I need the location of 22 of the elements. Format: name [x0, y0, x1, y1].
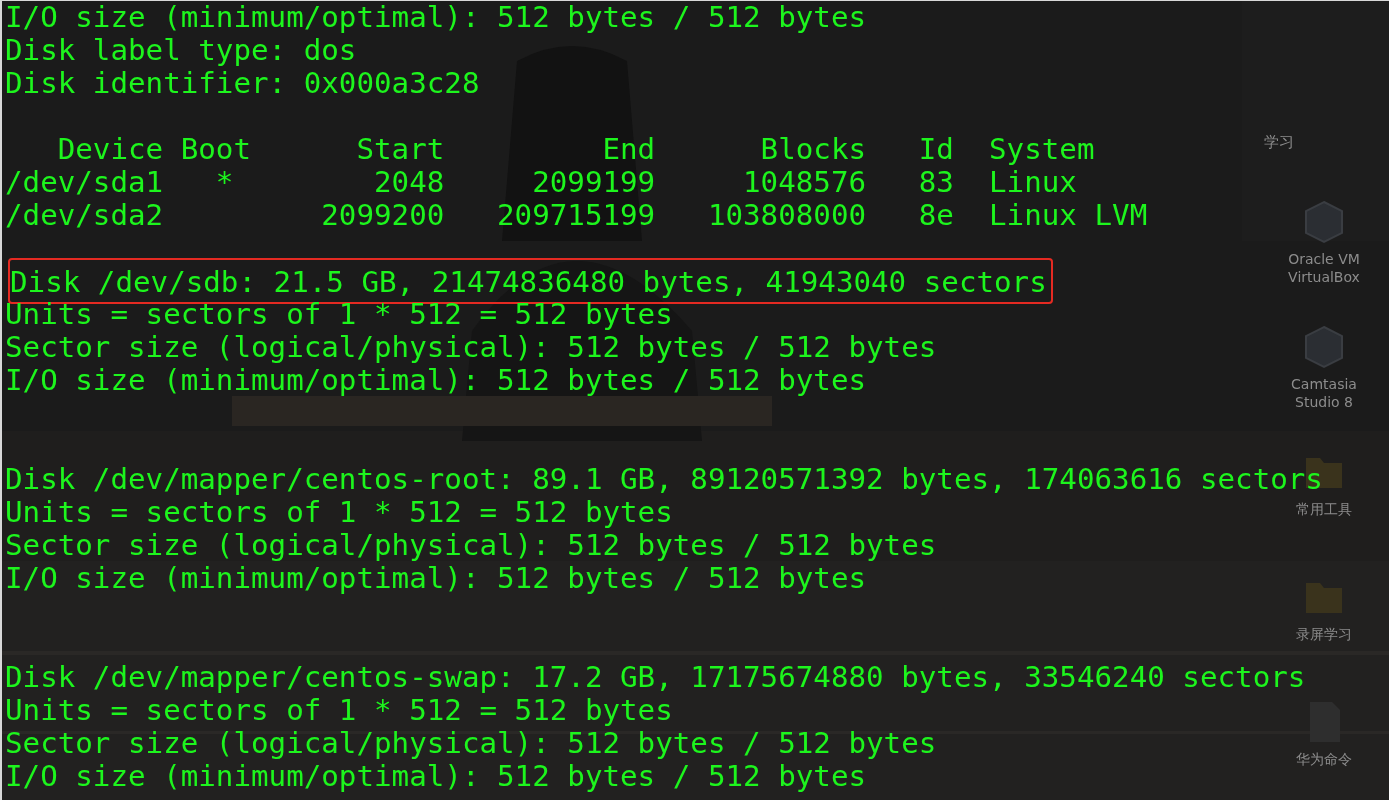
group-label: 学习: [1264, 133, 1294, 151]
terminal-line: Disk /dev/mapper/centos-root: 89.1 GB, 89120571392 bytes, 174063616 sectors: [5, 462, 1323, 496]
terminal-line: Disk /dev/mapper/centos-swap: 17.2 GB, 17175674880 bytes, 33546240 sectors: [5, 660, 1306, 694]
desktop-icon-label[interactable]: Oracle VM VirtualBox: [1274, 250, 1374, 287]
terminal-line: Sector size (logical/physical): 512 bytes / 512 bytes: [5, 330, 937, 364]
terminal-line: Sector size (logical/physical): 512 bytes / 512 bytes: [5, 528, 937, 562]
terminal-line: /dev/sda2 2099200 209715199 103808000 8e Linux LVM: [5, 198, 1148, 232]
terminal-line: /dev/sda1 * 2048 2099199 1048576 83 Linux: [5, 165, 1077, 199]
desktop-icon-label[interactable]: 常用工具: [1296, 500, 1352, 519]
terminal-line: Sector size (logical/physical): 512 bytes / 512 bytes: [5, 726, 937, 760]
terminal-line: I/O size (minimum/optimal): 512 bytes / 512 bytes: [5, 759, 867, 793]
terminal-line: Device Boot Start End Blocks Id System: [56, 132, 1095, 166]
desktop-icon-label[interactable]: 录屏学习: [1296, 625, 1352, 644]
terminal-line: Units = sectors of 1 * 512 = 512 bytes: [5, 693, 673, 727]
terminal-line: Units = sectors of 1 * 512 = 512 bytes: [5, 495, 673, 529]
terminal-line: I/O size (minimum/optimal): 512 bytes / 512 bytes: [5, 1, 867, 34]
desktop-icon-label[interactable]: 华为命令: [1296, 750, 1352, 769]
terminal-line: Disk label type: dos: [5, 33, 357, 67]
desktop-icon-label[interactable]: Camtasia Studio 8: [1274, 375, 1374, 412]
terminal-line: Disk identifier: 0x000a3c28: [5, 66, 480, 100]
terminal-line: I/O size (minimum/optimal): 512 bytes / 512 bytes: [5, 561, 867, 595]
terminal-line: I/O size (minimum/optimal): 512 bytes / 512 bytes: [5, 363, 867, 397]
